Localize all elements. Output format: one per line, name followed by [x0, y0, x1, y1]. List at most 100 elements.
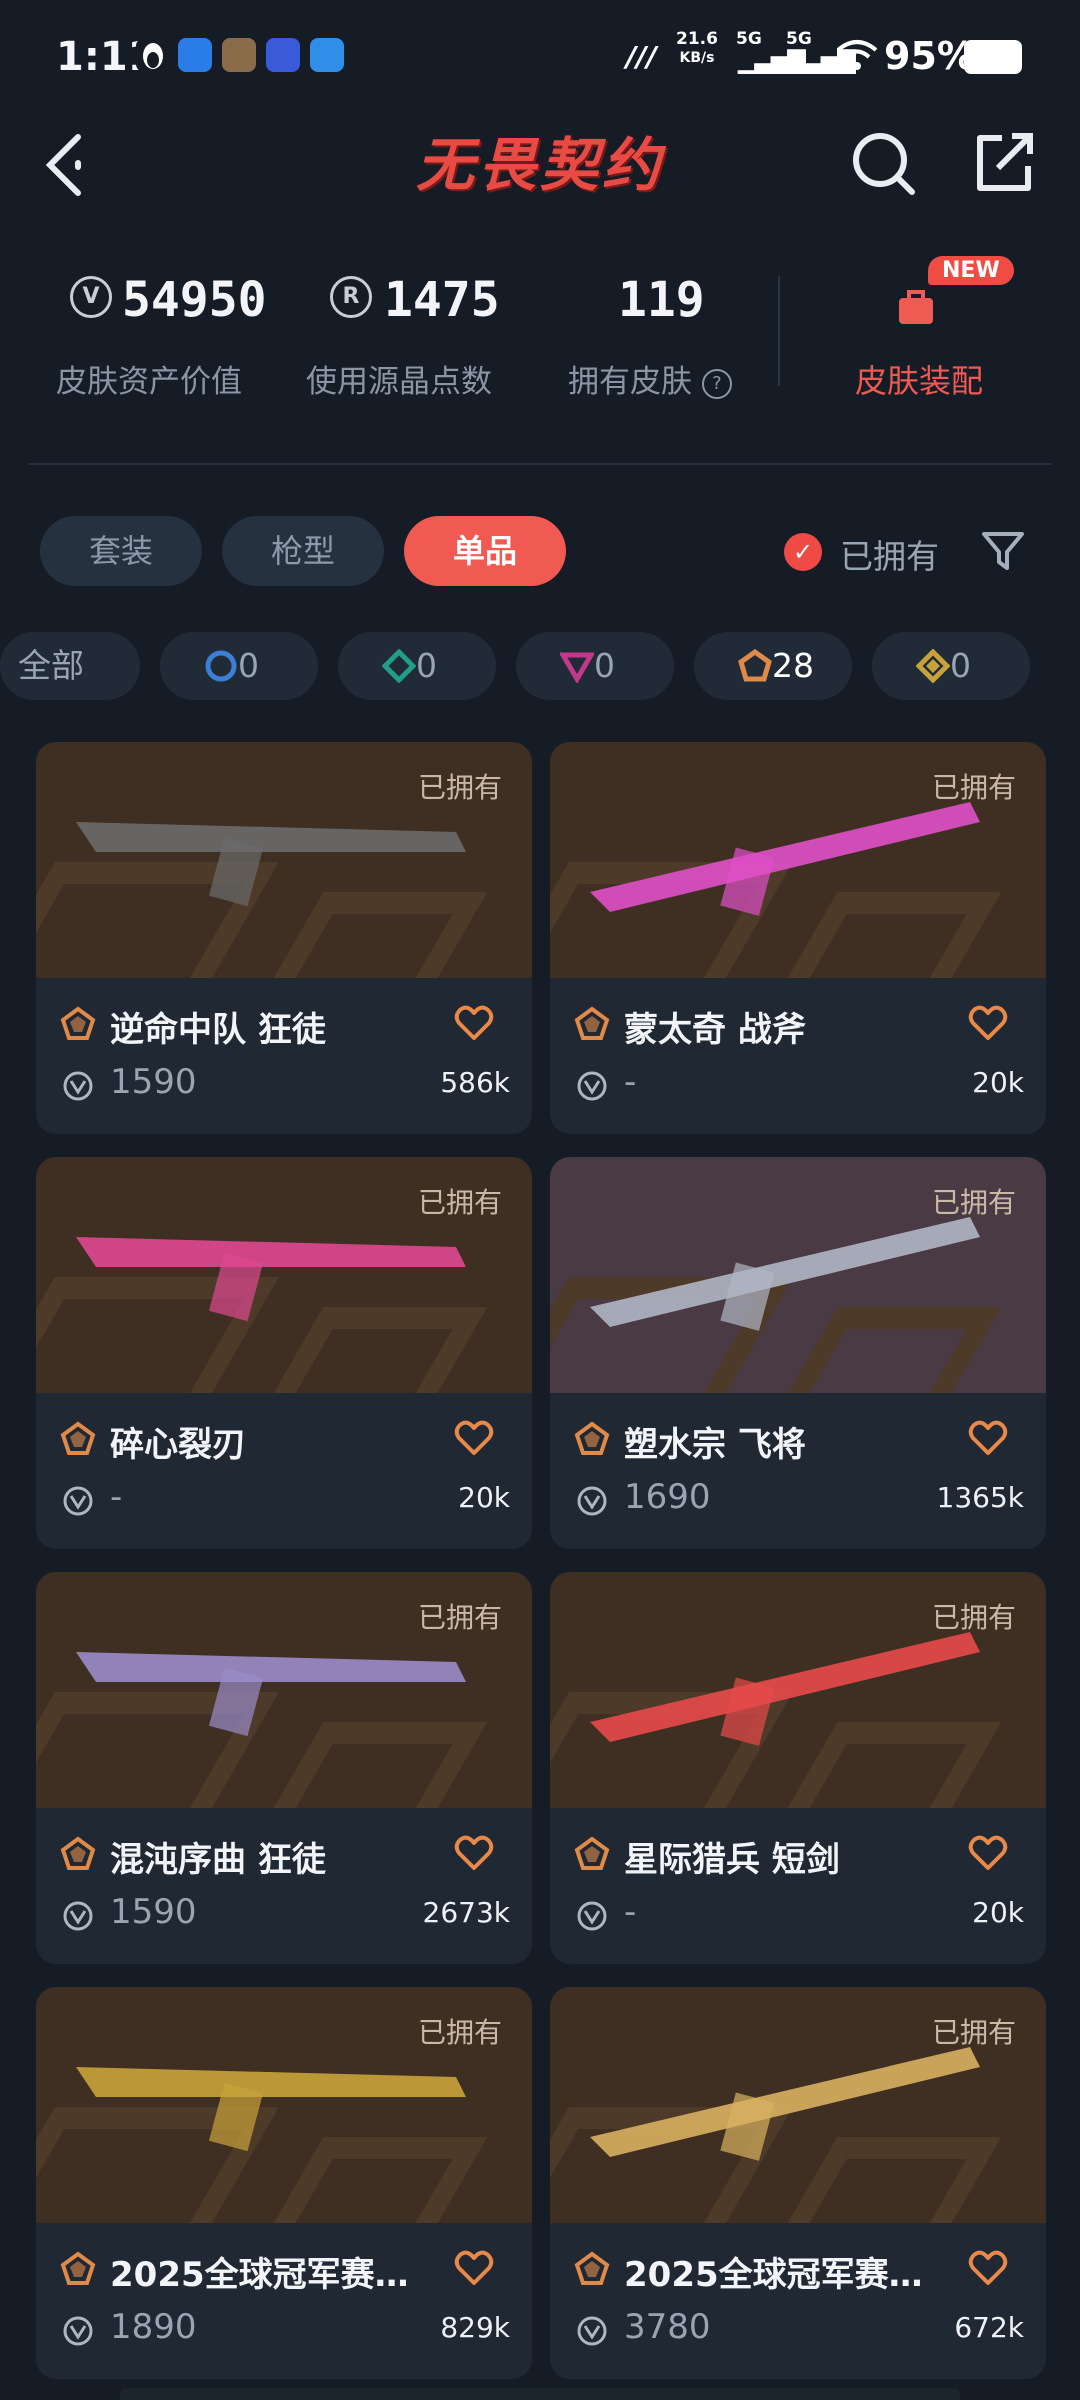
skin-image: 已拥有 [36, 1157, 532, 1393]
radianite-point-icon: R [330, 276, 372, 318]
like-count: 20k [458, 1481, 510, 1514]
skin-card[interactable]: 已拥有蒙太奇 战斧 - 20k [550, 742, 1046, 1134]
skin-equip-button[interactable]: NEW 皮肤装配 [820, 250, 1030, 400]
valorant-point-icon [63, 1901, 93, 1931]
new-badge: NEW [928, 256, 1014, 285]
skin-name: 碎心裂刃 [110, 1425, 246, 1465]
heart-icon[interactable] [968, 1004, 1008, 1042]
stats-divider [778, 276, 780, 386]
owned-label: 已拥有 [417, 1186, 502, 1219]
rarity-chip-exclusive[interactable]: 28 [694, 632, 852, 700]
heart-icon[interactable] [968, 2249, 1008, 2287]
skin-card[interactable]: 已拥有星际猎兵 短剑 - 20k [550, 1572, 1046, 1964]
rarity-chip-deluxe[interactable]: 0 [338, 632, 496, 700]
heart-icon[interactable] [454, 1004, 494, 1042]
skin-card[interactable]: 已拥有 塑水宗 飞将 1690 1365k [550, 1157, 1046, 1549]
valorant-point-icon [577, 1071, 607, 1101]
bag-icon [895, 286, 937, 332]
valorant-point-icon [63, 1486, 93, 1516]
skin-image: 已拥有 [550, 1572, 1046, 1808]
skin-card[interactable]: 已拥有 2025全球冠军赛… 1890 829k [36, 1987, 532, 2379]
owned-label: 已拥有 [417, 1601, 502, 1634]
net-speed-unit: KB/s [679, 50, 715, 66]
points-value: 1475 [384, 272, 500, 328]
heart-icon[interactable] [454, 1419, 494, 1457]
hd-icon: /// [626, 40, 657, 73]
owned-label: 已拥有 [417, 2016, 502, 2049]
game-app-icon [222, 38, 256, 72]
heart-icon[interactable] [968, 1834, 1008, 1872]
asset-value: 54950 [122, 272, 267, 328]
like-count: 20k [972, 1066, 1024, 1099]
share-icon[interactable] [968, 128, 1038, 198]
owned-label: 已拥有 [931, 1601, 1016, 1634]
heart-icon[interactable] [968, 1419, 1008, 1457]
rarity-chip-ultra[interactable]: 0 [872, 632, 1030, 700]
exclusive-tier-icon [738, 649, 772, 682]
skins-label: 拥有皮肤 ? [568, 356, 732, 401]
net-speed: 21.6 KB/s [676, 30, 718, 68]
valorant-point-icon: V [70, 276, 112, 318]
exclusive-tier-icon [60, 2251, 96, 2285]
skin-name: 混沌序曲 狂徒 [110, 1840, 326, 1880]
valorant-point-icon [577, 1901, 607, 1931]
skin-card[interactable]: 已拥有混沌序曲 狂徒 1590 2673k [36, 1572, 532, 1964]
search-icon[interactable] [848, 128, 918, 198]
skin-name: 2025全球冠军赛… [110, 2255, 409, 2295]
skin-image: 已拥有 [36, 1572, 532, 1808]
tab-weapon-type[interactable]: 枪型 [222, 516, 384, 586]
tab-bundle[interactable]: 套装 [40, 516, 202, 586]
skin-image: 已拥有 [550, 1157, 1046, 1393]
skin-price: 1590 [110, 1892, 197, 1932]
owned-filter-label[interactable]: 已拥有 [840, 530, 939, 578]
skin-price: - [624, 1892, 637, 1932]
rarity-chip-count: 0 [594, 646, 615, 685]
ultra-tier-icon [916, 649, 950, 683]
heart-icon[interactable] [454, 2249, 494, 2287]
exclusive-tier-icon [574, 2251, 610, 2285]
skin-equip-label: 皮肤装配 [855, 362, 984, 400]
skin-image: 已拥有 [36, 1987, 532, 2223]
rarity-chip-count: 28 [772, 646, 814, 685]
rarity-chip-count: 0 [238, 646, 259, 685]
exclusive-tier-icon [60, 1006, 96, 1040]
skin-name: 蒙太奇 战斧 [624, 1010, 806, 1050]
skin-name: 星际猎兵 短剑 [624, 1840, 840, 1880]
skin-image: 已拥有 [550, 742, 1046, 978]
rarity-chip-all[interactable]: 全部 [0, 632, 140, 700]
exclusive-tier-icon [574, 1006, 610, 1040]
info-icon[interactable]: ? [701, 368, 732, 399]
exclusive-tier-icon [574, 1421, 610, 1455]
like-count: 829k [440, 2311, 510, 2344]
heart-icon[interactable] [454, 1834, 494, 1872]
owned-label: 已拥有 [417, 771, 502, 804]
skin-card[interactable]: 已拥有碎心裂刃 - 20k [36, 1157, 532, 1549]
skin-price: - [110, 1477, 123, 1517]
rarity-chip-select[interactable]: 0 [160, 632, 318, 700]
skin-price: - [624, 1062, 637, 1102]
skin-card[interactable]: 已拥有 2025全球冠军赛… 3780 672k [550, 1987, 1046, 2379]
skin-card[interactable]: 已拥有 逆命中队 狂徒 1590 586k [36, 742, 532, 1134]
bottom-tabbar-hint [120, 2388, 960, 2400]
back-button[interactable] [40, 125, 100, 205]
rarity-chip-premium[interactable]: 0 [516, 632, 674, 700]
skins-label-text: 拥有皮肤 [568, 364, 692, 400]
skin-image: 已拥有 [36, 742, 532, 978]
skin-price: 1690 [624, 1477, 711, 1517]
exclusive-tier-icon [60, 1421, 96, 1455]
owned-checkbox[interactable]: ✓ [784, 533, 822, 571]
owned-label: 已拥有 [931, 2016, 1016, 2049]
skin-name: 2025全球冠军赛… [624, 2255, 923, 2295]
skin-price: 3780 [624, 2307, 711, 2347]
battery-percent: 95% [884, 34, 975, 78]
like-count: 1365k [936, 1481, 1024, 1514]
section-divider [28, 463, 1052, 465]
like-count: 2673k [422, 1896, 510, 1929]
penguin-app-icon [136, 38, 170, 72]
skins-count: 119 [618, 272, 705, 328]
valorant-point-icon [63, 2316, 93, 2346]
filter-icon[interactable] [978, 528, 1028, 574]
asset-value-label: 皮肤资产价值 [56, 364, 242, 400]
tab-single-item[interactable]: 单品 [404, 516, 566, 586]
like-count: 20k [972, 1896, 1024, 1929]
